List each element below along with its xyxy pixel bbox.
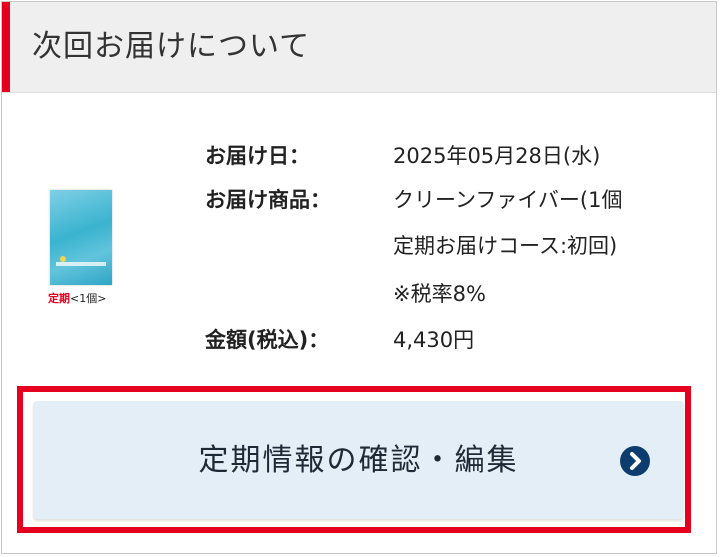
product-quantity: <1個> <box>70 292 107 305</box>
delivery-price-label: 金額(税込)： <box>205 328 330 352</box>
chevron-right-circle-icon <box>620 446 650 476</box>
confirm-edit-subscription-button[interactable]: 定期情報の確認・編集 <box>33 401 684 519</box>
confirm-edit-button-label: 定期情報の確認・編集 <box>198 443 519 478</box>
delivery-item-tax-note: ※税率8% <box>393 282 486 306</box>
product-image <box>50 190 112 285</box>
section-header: 次回お届けについて <box>2 2 716 93</box>
delivery-item-value-line1: クリーンファイバー(1個 <box>393 188 623 212</box>
delivery-date-label: お届け日： <box>205 144 310 168</box>
delivery-item-label: お届け商品： <box>205 188 331 212</box>
delivery-date-value: 2025年05月28日(水) <box>393 144 601 168</box>
section-title: 次回お届けについて <box>32 29 311 64</box>
delivery-price-value: 4,430円 <box>393 328 475 352</box>
product-label-band <box>56 262 106 266</box>
header-accent-bar <box>2 2 10 92</box>
product-caption: 定期<1個> <box>48 292 128 306</box>
product-plan-tag: 定期 <box>48 292 70 305</box>
product-thumbnail-block: 定期<1個> <box>48 190 128 320</box>
delivery-item-value-line2: 定期お届けコース:初回) <box>393 234 618 258</box>
